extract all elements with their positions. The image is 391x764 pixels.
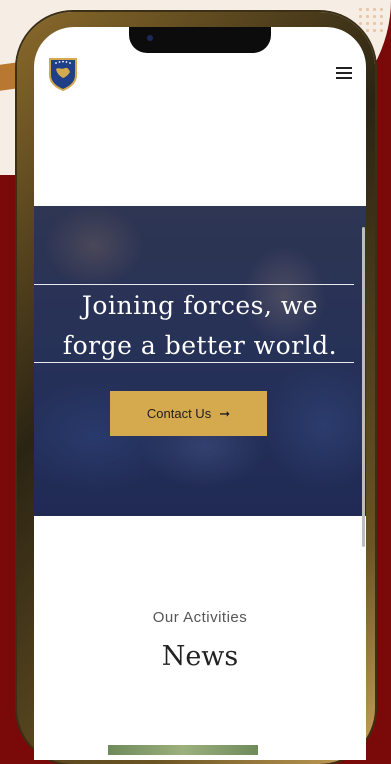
hamburger-menu-icon[interactable] (334, 65, 354, 81)
phone-notch (129, 27, 271, 53)
hero-top-rule (34, 284, 354, 285)
hero-title-line2: forge a better world. (62, 331, 338, 360)
scrollbar[interactable] (362, 227, 365, 547)
menu-bar (336, 77, 352, 79)
hero-bottom-rule (34, 362, 354, 363)
menu-bar (336, 72, 352, 74)
hero-title-line1: Joining forces, we (81, 291, 319, 320)
section-title: News (161, 641, 239, 672)
contact-us-label: Contact Us (146, 406, 212, 421)
arrow-right-icon: ➞ (219, 405, 231, 421)
background-dots (357, 6, 385, 34)
kosovo-shield-logo[interactable] (48, 57, 78, 91)
menu-bar (336, 67, 352, 69)
hero-title: Joining forces, we forge a better world. (34, 286, 366, 366)
news-image-peek[interactable] (108, 745, 258, 755)
contact-us-button[interactable]: Contact Us ➞ (110, 391, 267, 436)
section-kicker: Our Activities (152, 609, 248, 626)
phone-screen: Joining forces, we forge a better world.… (34, 27, 366, 760)
camera-icon (147, 35, 153, 41)
hero-banner: Joining forces, we forge a better world.… (34, 206, 366, 516)
